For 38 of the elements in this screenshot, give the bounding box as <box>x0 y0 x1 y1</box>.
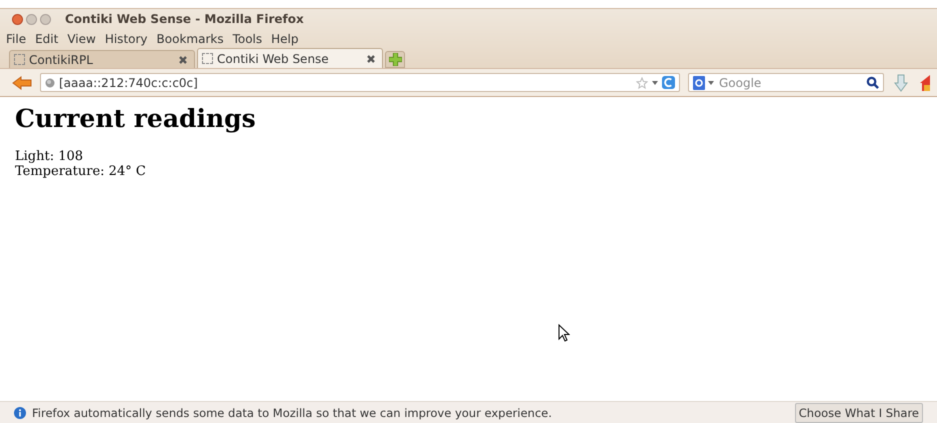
new-tab-button[interactable] <box>385 51 405 68</box>
page-heading: Current readings <box>15 104 257 133</box>
close-icon[interactable] <box>178 54 188 64</box>
menu-item[interactable]: Tools <box>232 32 262 46</box>
minimize-icon[interactable] <box>26 14 37 24</box>
star-icon[interactable] <box>636 76 648 88</box>
dropdown-icon[interactable] <box>652 80 658 84</box>
reading-text: Light: 108 <box>15 149 84 164</box>
maximize-icon[interactable] <box>40 14 51 24</box>
menu-item[interactable]: View <box>67 32 96 46</box>
back-arrow-icon[interactable] <box>12 76 32 90</box>
search-engine-icon[interactable] <box>693 76 705 90</box>
search-icon[interactable] <box>866 76 879 89</box>
mouse-cursor-icon <box>558 324 570 342</box>
notification-message: Firefox automatically sends some data to Mozilla so that we can improve your experience. <box>32 406 552 420</box>
search-bar[interactable]: Google <box>688 73 884 92</box>
choose-what-i-share-button[interactable]: Choose What I Share <box>794 402 923 422</box>
page-icon <box>14 54 25 65</box>
reload-icon[interactable] <box>662 76 675 89</box>
menu-item[interactable]: File <box>6 32 26 46</box>
globe-icon <box>45 78 55 88</box>
browser-tab[interactable]: Contiki Web Sense <box>197 48 383 68</box>
download-arrow-icon[interactable] <box>894 74 908 92</box>
window-title: Contiki Web Sense - Mozilla Firefox <box>65 12 304 26</box>
home-icon[interactable] <box>920 74 930 92</box>
browser-tab[interactable]: ContikiRPL <box>9 50 195 68</box>
close-icon[interactable] <box>12 14 23 24</box>
menu-item[interactable]: Bookmarks <box>156 32 224 46</box>
menu-item[interactable]: Edit <box>35 32 58 46</box>
address-bar[interactable]: [aaaa::212:740c:c:c0c] <box>40 73 680 92</box>
page-icon <box>202 53 213 64</box>
reading-text: Temperature: 24° C <box>15 164 147 179</box>
info-icon <box>14 406 26 418</box>
close-icon[interactable] <box>366 54 376 64</box>
menu-item[interactable]: History <box>104 32 148 46</box>
search-input[interactable]: Google <box>717 76 863 90</box>
menu-item[interactable]: Help <box>271 32 298 46</box>
dropdown-icon[interactable] <box>708 80 714 84</box>
